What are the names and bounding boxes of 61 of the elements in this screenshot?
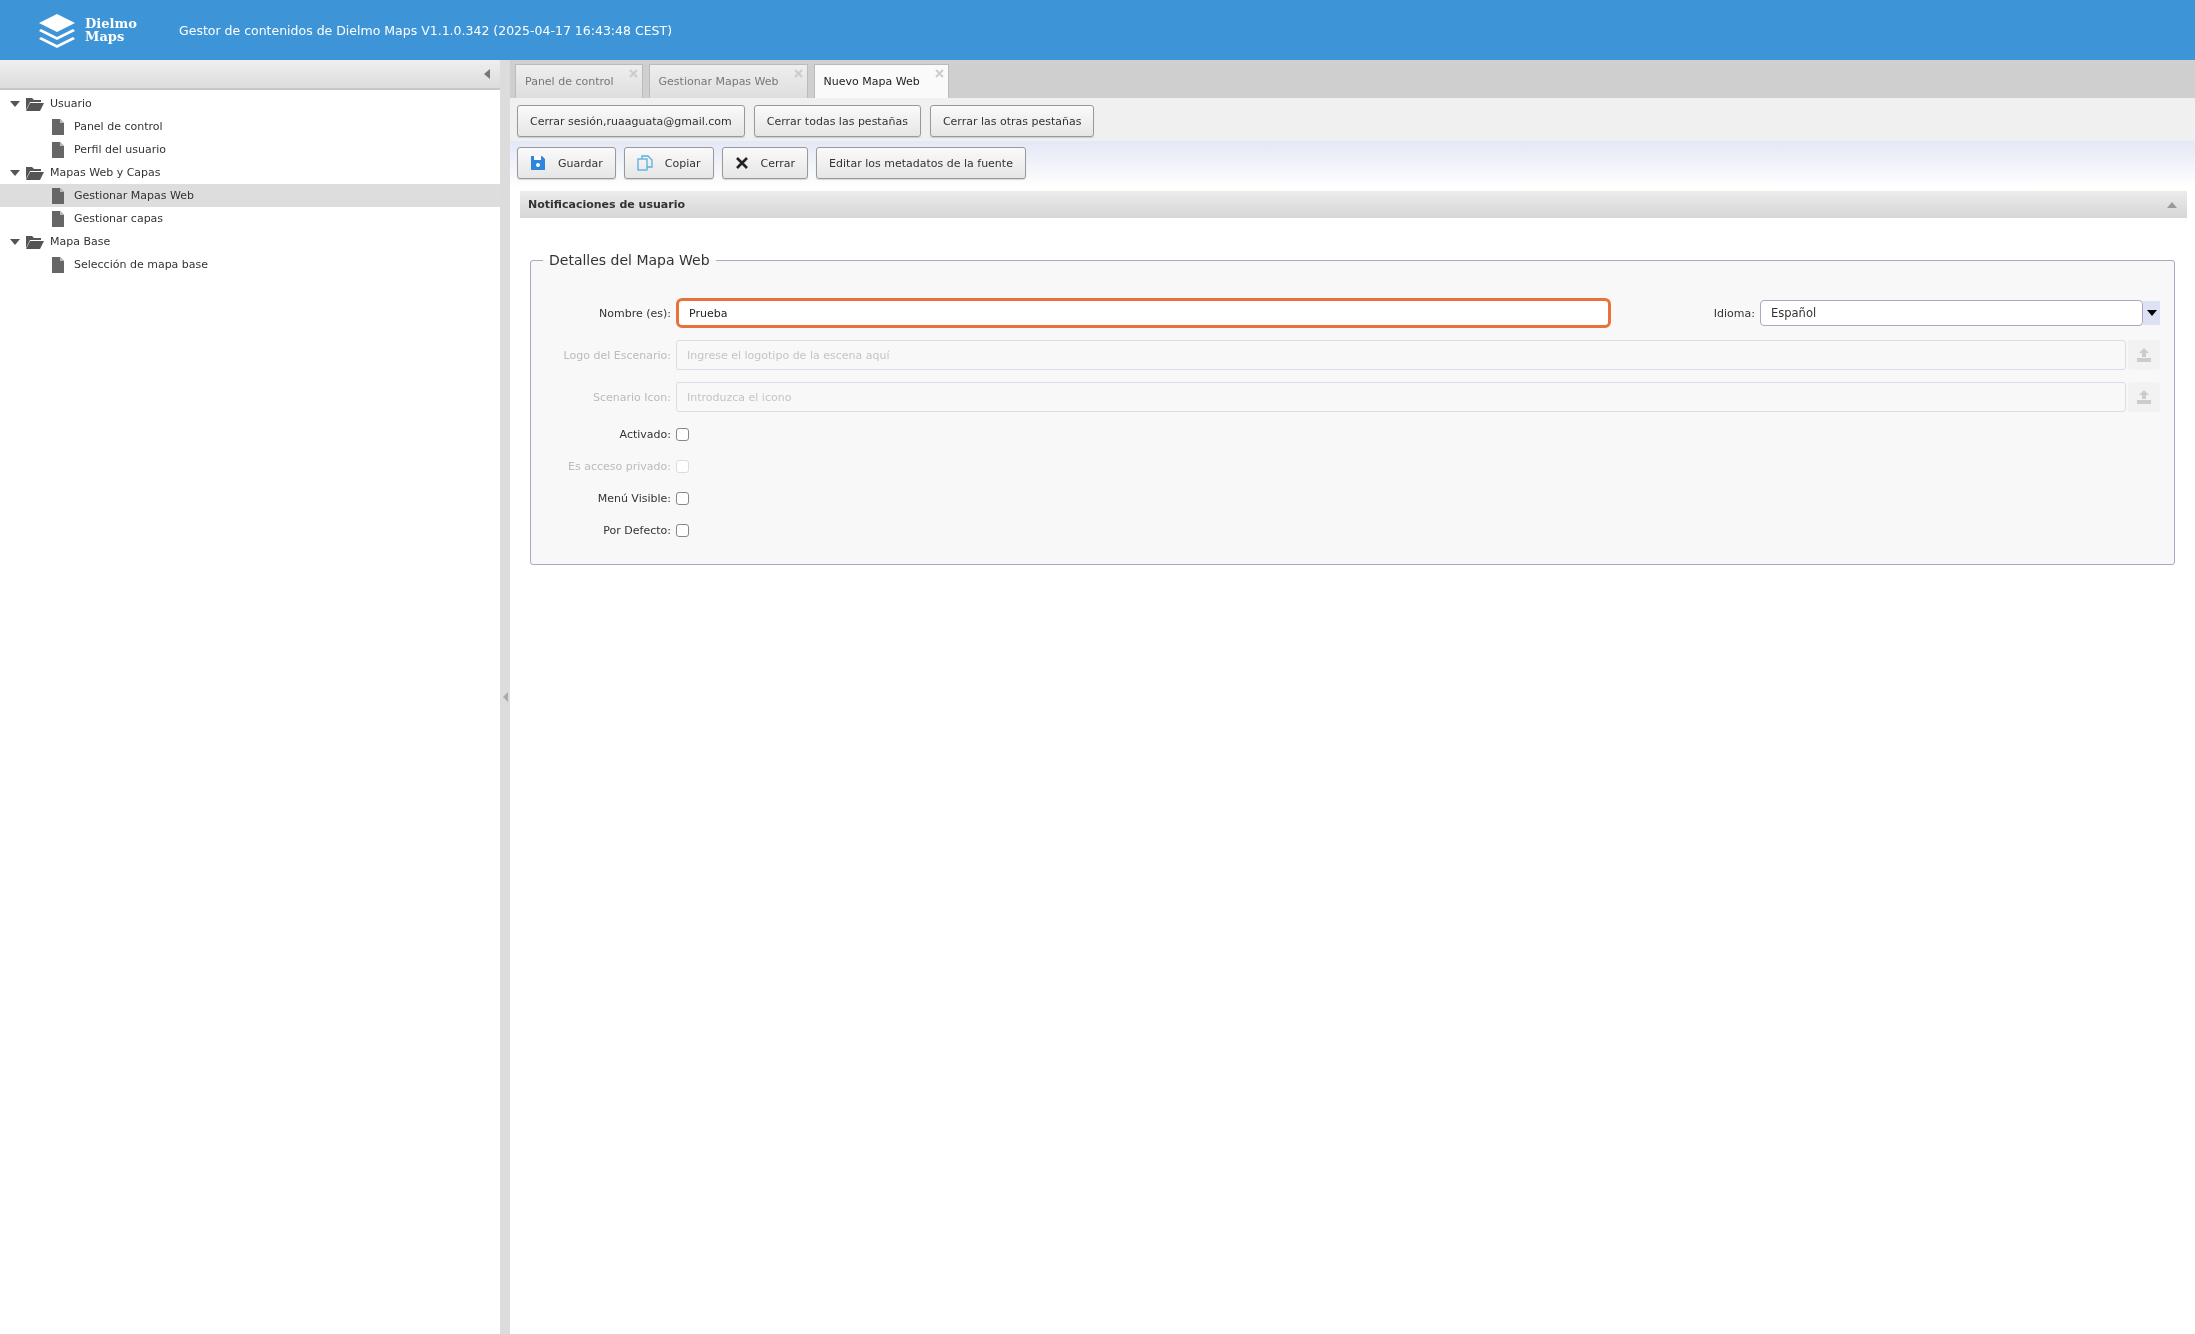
checkbox[interactable] bbox=[676, 523, 689, 537]
checkbox[interactable] bbox=[676, 427, 689, 441]
document-icon bbox=[52, 210, 64, 227]
tree-item[interactable]: Gestionar capas bbox=[0, 207, 500, 230]
field-label: Por Defecto: bbox=[602, 523, 672, 537]
tree-item[interactable]: Perfil del usuario bbox=[0, 138, 500, 161]
field-label: Menú Visible: bbox=[596, 491, 672, 505]
tree-item[interactable]: Panel de control bbox=[0, 115, 500, 138]
expander-icon[interactable] bbox=[10, 236, 20, 247]
close-icon[interactable] bbox=[934, 69, 944, 78]
layers-logo-icon bbox=[37, 12, 77, 48]
name-input-field[interactable]: Prueba bbox=[676, 298, 1611, 328]
checkbox[interactable] bbox=[676, 491, 689, 505]
close-icon[interactable] bbox=[628, 69, 638, 78]
logo-text: Dielmo bbox=[85, 17, 137, 30]
expander-icon[interactable] bbox=[10, 98, 20, 109]
tree-folder-item[interactable]: Mapas Web y Capas bbox=[0, 161, 500, 184]
field-label: Idioma: bbox=[1713, 306, 1756, 320]
document-icon bbox=[52, 141, 64, 158]
upload-icon bbox=[2136, 347, 2152, 363]
upload-button[interactable] bbox=[2128, 340, 2160, 370]
toolbar-button[interactable]: Editar los metadatos de la fuente bbox=[816, 147, 1026, 179]
session-button[interactable]: Cerrar las otras pestañas bbox=[929, 105, 1095, 137]
collapse-icon[interactable] bbox=[484, 69, 490, 79]
field-label: Nombre (es): bbox=[598, 306, 672, 320]
close-icon[interactable] bbox=[793, 69, 803, 78]
toolbar-button[interactable]: Cerrar bbox=[721, 147, 809, 179]
toolbar-button[interactable]: Copiar bbox=[623, 147, 714, 179]
session-button[interactable]: Cerrar sesión,ruaaguata@gmail.com bbox=[517, 105, 745, 137]
upload-icon bbox=[2136, 389, 2152, 405]
logo-text: Maps bbox=[85, 30, 126, 43]
expander-icon[interactable] bbox=[10, 167, 20, 178]
session-button[interactable]: Cerrar todas las pestañas bbox=[753, 105, 921, 137]
tab[interactable]: Nuevo Mapa Web bbox=[813, 64, 949, 98]
upload-button[interactable] bbox=[2128, 382, 2160, 412]
collapse-icon[interactable] bbox=[2167, 201, 2177, 208]
dropdown-arrow-icon[interactable] bbox=[2146, 310, 2157, 316]
app-title: Gestor de contenidos de Dielmo Maps V1.1.0.342 (2025-04-17 16:43:48 CEST) bbox=[179, 22, 672, 38]
folder-icon bbox=[26, 234, 44, 249]
tab[interactable]: Gestionar Mapas Web bbox=[648, 64, 808, 98]
copy-icon bbox=[636, 155, 653, 171]
field-label: Activado: bbox=[618, 427, 672, 441]
tree-item[interactable]: Gestionar Mapas Web bbox=[0, 184, 500, 207]
tree-folder-item[interactable]: Usuario bbox=[0, 92, 500, 115]
notifications-header[interactable]: Notificaciones de usuario bbox=[520, 191, 2187, 218]
field-label: Logo del Escenario: bbox=[562, 348, 672, 362]
save-icon bbox=[530, 155, 546, 171]
tree-item[interactable]: Selección de mapa base bbox=[0, 253, 500, 276]
field-label: Es acceso privado: bbox=[567, 459, 672, 473]
splitter-handle[interactable] bbox=[500, 60, 510, 1334]
folder-icon bbox=[26, 96, 44, 111]
collapse-icon[interactable] bbox=[502, 692, 508, 702]
close-icon bbox=[734, 156, 749, 170]
toolbar-button[interactable]: Guardar bbox=[517, 147, 616, 179]
document-icon bbox=[52, 118, 64, 135]
fieldset-legend: Detalles del Mapa Web bbox=[543, 252, 716, 268]
document-icon bbox=[52, 187, 64, 204]
tab[interactable]: Panel de control bbox=[515, 64, 643, 98]
tree-folder-item[interactable]: Mapa Base bbox=[0, 230, 500, 253]
document-icon bbox=[52, 256, 64, 273]
folder-icon bbox=[26, 165, 44, 180]
